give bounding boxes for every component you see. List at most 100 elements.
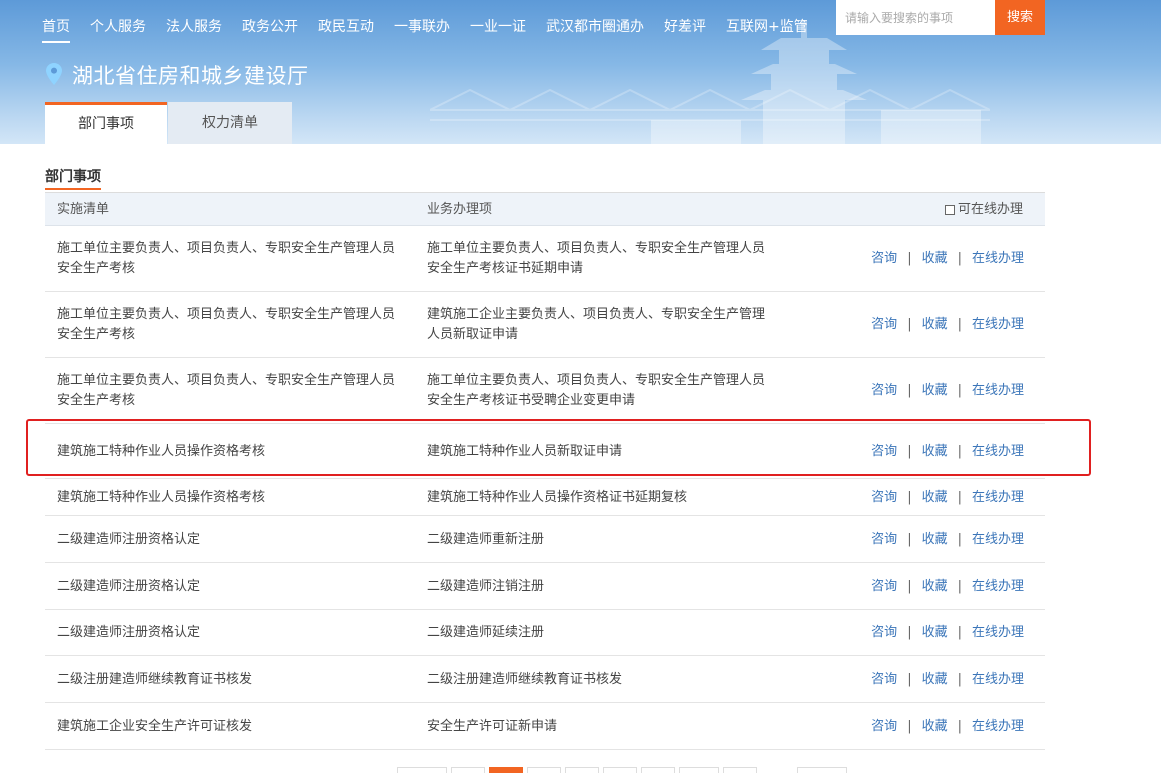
nav-item-internet-supervision[interactable]: 互联网+监管 <box>726 17 808 43</box>
consult-link[interactable]: 咨询 <box>871 488 897 508</box>
table-row: 二级建造师注册资格认定 二级建造师注销注册 咨询 | 收藏 | 在线办理 <box>45 563 1045 610</box>
search-button[interactable]: 搜索 <box>995 0 1045 35</box>
department-title: 湖北省住房和城乡建设厅 <box>72 64 309 88</box>
implementation-cell: 建筑施工特种作业人员操作资格考核 <box>57 490 266 505</box>
tab-department-items[interactable]: 部门事项 <box>45 102 167 144</box>
business-item-cell: 建筑施工企业主要负责人、项目负责人、专职安全生产管理人员新取证申请 <box>427 307 766 342</box>
implementation-cell: 施工单位主要负责人、项目负责人、专职安全生产管理人员安全生产考核 <box>57 307 396 342</box>
action-separator: | <box>907 383 912 398</box>
consult-link[interactable]: 咨询 <box>871 249 897 269</box>
favorite-link[interactable]: 收藏 <box>922 249 948 269</box>
action-separator: | <box>957 444 962 459</box>
row-actions: 咨询 | 收藏 | 在线办理 <box>871 249 1024 269</box>
action-separator: | <box>957 719 962 734</box>
consult-link[interactable]: 咨询 <box>871 577 897 597</box>
online-handle-link[interactable]: 在线办理 <box>972 623 1024 643</box>
row-actions: 咨询 | 收藏 | 在线办理 <box>871 530 1024 550</box>
online-handle-link[interactable]: 在线办理 <box>972 249 1024 269</box>
nav-item-one-thing-joint[interactable]: 一事联办 <box>394 17 450 43</box>
pagination-page-button[interactable] <box>679 767 719 773</box>
action-separator: | <box>957 251 962 266</box>
implementation-cell: 施工单位主要负责人、项目负责人、专职安全生产管理人员安全生产考核 <box>57 241 396 276</box>
favorite-link[interactable]: 收藏 <box>922 381 948 401</box>
consult-link[interactable]: 咨询 <box>871 381 897 401</box>
pagination-page-button[interactable] <box>565 767 599 773</box>
consult-link[interactable]: 咨询 <box>871 670 897 690</box>
nav-item-wuhan-metro-circle[interactable]: 武汉都市圈通办 <box>546 17 644 43</box>
action-separator: | <box>957 317 962 332</box>
consult-link[interactable]: 咨询 <box>871 530 897 550</box>
favorite-link[interactable]: 收藏 <box>922 530 948 550</box>
nav-item-evaluation[interactable]: 好差评 <box>664 17 706 43</box>
online-handle-link[interactable]: 在线办理 <box>972 577 1024 597</box>
favorite-link[interactable]: 收藏 <box>922 442 948 462</box>
business-item-cell: 二级注册建造师继续教育证书核发 <box>427 672 623 687</box>
nav-item-one-industry-one-license[interactable]: 一业一证 <box>470 17 526 43</box>
online-only-filter[interactable]: 可在线办理 <box>944 193 1023 226</box>
action-separator: | <box>907 719 912 734</box>
pagination-page-button[interactable] <box>641 767 675 773</box>
implementation-cell: 施工单位主要负责人、项目负责人、专职安全生产管理人员安全生产考核 <box>57 373 396 408</box>
pagination-jump-input[interactable] <box>797 767 847 773</box>
action-separator: | <box>907 251 912 266</box>
action-separator: | <box>907 532 912 547</box>
business-item-cell: 二级建造师注销注册 <box>427 579 545 594</box>
table-row: 施工单位主要负责人、项目负责人、专职安全生产管理人员安全生产考核 建筑施工企业主要… <box>45 292 1045 358</box>
action-separator: | <box>957 383 962 398</box>
nav-item-interaction[interactable]: 政民互动 <box>318 17 374 43</box>
consult-link[interactable]: 咨询 <box>871 442 897 462</box>
pagination-current-page[interactable] <box>489 767 523 773</box>
bridge-illustration <box>430 88 990 121</box>
online-handle-link[interactable]: 在线办理 <box>972 315 1024 335</box>
row-actions: 咨询 | 收藏 | 在线办理 <box>871 381 1024 401</box>
nav-item-government-affairs[interactable]: 政务公开 <box>242 17 298 43</box>
row-actions: 咨询 | 收藏 | 在线办理 <box>871 670 1024 690</box>
pagination-page-button[interactable] <box>527 767 561 773</box>
online-handle-link[interactable]: 在线办理 <box>972 670 1024 690</box>
pagination-page-button[interactable] <box>603 767 637 773</box>
favorite-link[interactable]: 收藏 <box>922 623 948 643</box>
action-separator: | <box>957 490 962 505</box>
row-actions: 咨询 | 收藏 | 在线办理 <box>871 577 1024 597</box>
action-separator: | <box>907 317 912 332</box>
implementation-cell: 二级建造师注册资格认定 <box>57 625 201 640</box>
table-row: 二级注册建造师继续教育证书核发 二级注册建造师继续教育证书核发 咨询 | 收藏 | 在线办理 <box>45 656 1045 703</box>
row-actions: 咨询 | 收藏 | 在线办理 <box>871 442 1024 462</box>
online-handle-link[interactable]: 在线办理 <box>972 381 1024 401</box>
favorite-link[interactable]: 收藏 <box>922 670 948 690</box>
online-only-checkbox[interactable] <box>944 204 955 215</box>
row-actions: 咨询 | 收藏 | 在线办理 <box>871 315 1024 335</box>
tab-power-list[interactable]: 权力清单 <box>168 102 292 144</box>
search-input[interactable] <box>836 0 996 35</box>
business-item-cell: 建筑施工特种作业人员操作资格证书延期复核 <box>427 490 688 505</box>
nav-item-home[interactable]: 首页 <box>42 17 70 43</box>
business-item-cell: 建筑施工特种作业人员新取证申请 <box>427 444 623 459</box>
favorite-link[interactable]: 收藏 <box>922 488 948 508</box>
table-row: 施工单位主要负责人、项目负责人、专职安全生产管理人员安全生产考核 施工单位主要负责… <box>45 226 1045 292</box>
action-separator: | <box>907 579 912 594</box>
header-implementation-list: 实施清单 <box>57 202 110 217</box>
consult-link[interactable]: 咨询 <box>871 315 897 335</box>
online-handle-link[interactable]: 在线办理 <box>972 717 1024 737</box>
online-handle-link[interactable]: 在线办理 <box>972 488 1024 508</box>
online-handle-link[interactable]: 在线办理 <box>972 530 1024 550</box>
pagination-page-button[interactable] <box>451 767 485 773</box>
pagination-next-button[interactable] <box>723 767 757 773</box>
favorite-link[interactable]: 收藏 <box>922 577 948 597</box>
implementation-cell: 二级建造师注册资格认定 <box>57 579 201 594</box>
business-item-cell: 施工单位主要负责人、项目负责人、专职安全生产管理人员安全生产考核证书延期申请 <box>427 241 766 276</box>
consult-link[interactable]: 咨询 <box>871 623 897 643</box>
online-handle-link[interactable]: 在线办理 <box>972 442 1024 462</box>
favorite-link[interactable]: 收藏 <box>922 315 948 335</box>
favorite-link[interactable]: 收藏 <box>922 717 948 737</box>
nav-item-personal-services[interactable]: 个人服务 <box>90 17 146 43</box>
nav-item-legal-entity-services[interactable]: 法人服务 <box>166 17 222 43</box>
consult-link[interactable]: 咨询 <box>871 717 897 737</box>
items-table: 施工单位主要负责人、项目负责人、专职安全生产管理人员安全生产考核 施工单位主要负责… <box>45 226 1045 750</box>
business-item-cell: 二级建造师重新注册 <box>427 532 545 547</box>
implementation-cell: 建筑施工特种作业人员操作资格考核 <box>57 444 266 459</box>
pagination-prev-button[interactable] <box>397 767 447 773</box>
action-separator: | <box>957 579 962 594</box>
location-pin-icon <box>46 63 62 85</box>
online-only-label: 可在线办理 <box>957 202 1023 217</box>
